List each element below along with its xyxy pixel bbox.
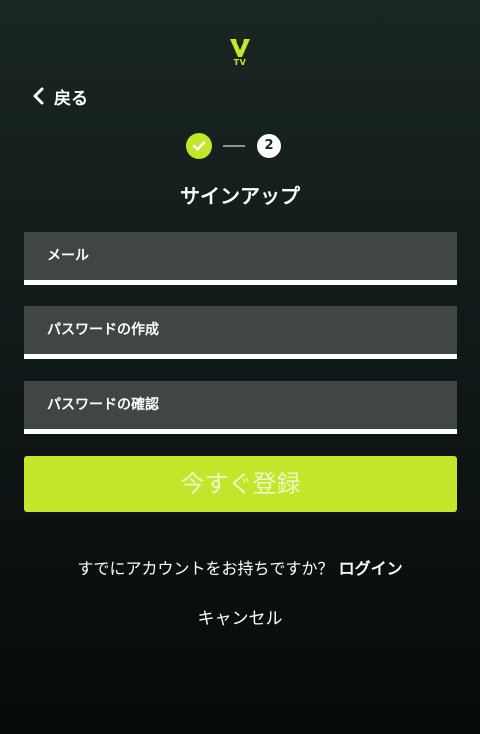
back-label: 戻る [54, 88, 88, 109]
back-button[interactable]: 戻る [30, 84, 88, 109]
checkmark-icon [192, 141, 206, 151]
login-prompt-row: すでにアカウントをお持ちですか？ ログイン [0, 555, 480, 579]
login-link[interactable]: ログイン [339, 559, 403, 578]
app-logo: TV [228, 38, 252, 68]
v-logo-icon [230, 39, 250, 57]
step-2-current: 2 [257, 134, 281, 158]
logo-text: TV [233, 58, 247, 67]
page-title: サインアップ [180, 184, 300, 208]
confirm-password-field[interactable] [24, 381, 457, 429]
step-connector [223, 145, 245, 147]
login-prompt-text: すでにアカウントをお持ちですか？ [77, 559, 339, 578]
email-field-container [24, 232, 457, 285]
confirm-password-field-container [24, 381, 457, 434]
chevron-left-icon [33, 87, 44, 105]
cancel-button[interactable]: キャンセル [0, 604, 480, 629]
email-field[interactable] [24, 232, 457, 280]
password-field-container [24, 306, 457, 359]
register-now-button[interactable]: 今すぐ登録 [24, 456, 457, 512]
step-1-completed [186, 133, 212, 159]
step-indicator: 2 [186, 133, 282, 159]
create-password-field[interactable] [24, 306, 457, 354]
